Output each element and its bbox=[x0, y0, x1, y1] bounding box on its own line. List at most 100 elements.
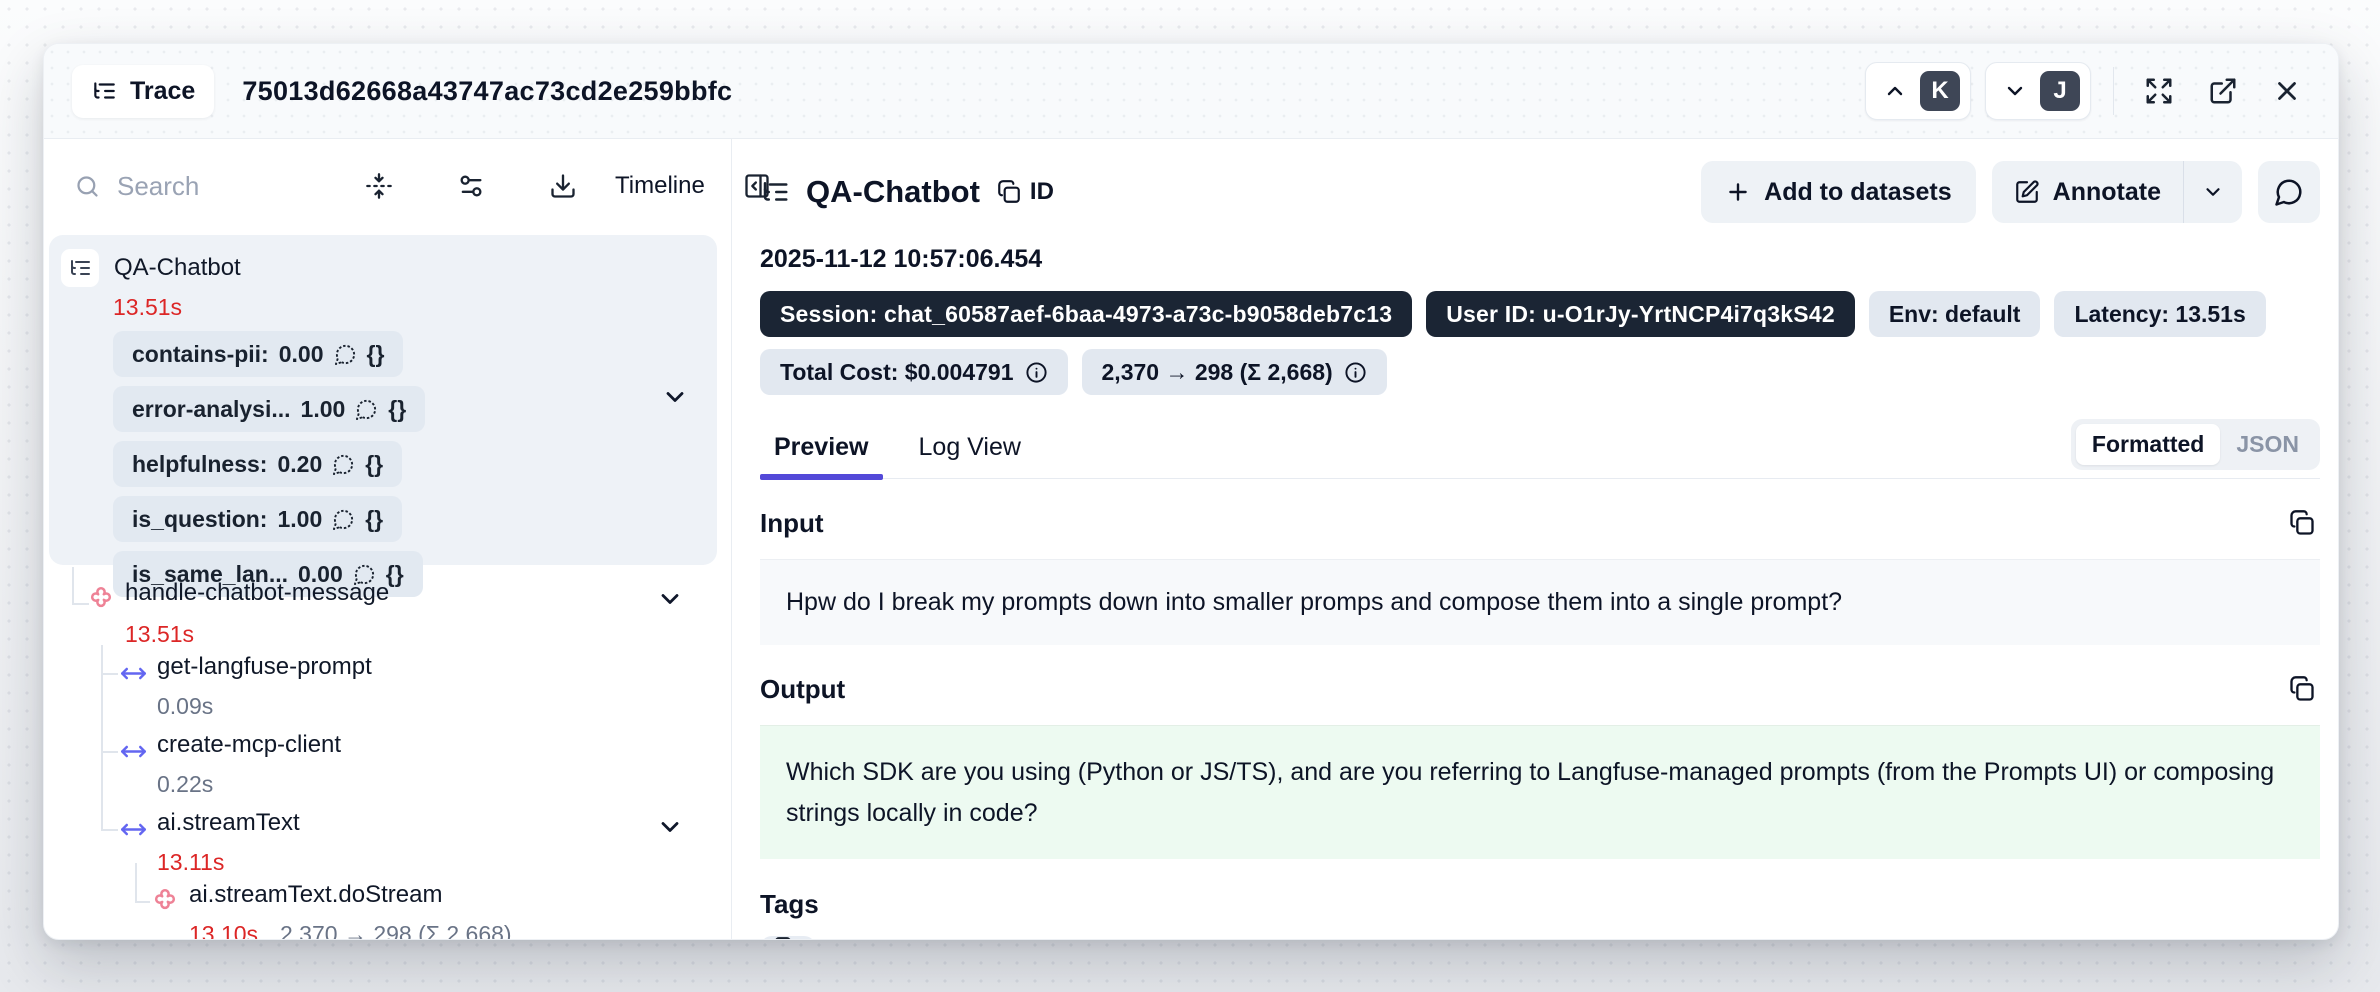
close-icon bbox=[2272, 76, 2302, 106]
score-name: error-analysi... bbox=[132, 396, 291, 423]
tree-node-name[interactable]: get-langfuse-prompt bbox=[157, 653, 372, 681]
token-usage-label: 2,370 → 298 (Σ 2,668) bbox=[1102, 359, 1333, 386]
comment-icon bbox=[2274, 177, 2304, 207]
download-icon[interactable] bbox=[541, 164, 585, 208]
timeline-toggle[interactable]: Timeline bbox=[615, 172, 705, 200]
tree-node-duration: 0.09s bbox=[157, 693, 213, 720]
metadata-badges-row: Session: chat_60587aef-6baa-4973-a73c-b9… bbox=[760, 291, 2320, 337]
info-icon[interactable] bbox=[1025, 361, 1048, 384]
trace-tree-icon bbox=[760, 177, 790, 207]
tree-node-root-selected[interactable]: QA-Chatbot 13.51s contains-pii: 0.00 {} … bbox=[49, 235, 717, 565]
input-section-header: Input bbox=[760, 505, 2320, 541]
info-icon[interactable] bbox=[1344, 361, 1367, 384]
detail-header: QA-Chatbot ID Add to datasets Annotate bbox=[760, 161, 2320, 223]
tree-connector bbox=[72, 567, 74, 605]
shortcut-key-k: K bbox=[1920, 71, 1960, 111]
plus-icon bbox=[1725, 179, 1751, 205]
annotate-dropdown-button[interactable] bbox=[2184, 161, 2242, 223]
close-button[interactable] bbox=[2264, 68, 2310, 114]
trace-tree-icon bbox=[91, 78, 117, 104]
format-option-json[interactable]: JSON bbox=[2220, 424, 2315, 465]
annotate-button[interactable]: Annotate bbox=[1992, 161, 2183, 223]
total-cost-label: Total Cost: $0.004791 bbox=[780, 359, 1014, 386]
score-name: is_question: bbox=[132, 506, 267, 533]
page-title: QA-Chatbot bbox=[806, 174, 980, 210]
annotate-label: Annotate bbox=[2053, 178, 2161, 207]
score-badge[interactable]: is_question: 1.00 {} bbox=[113, 496, 402, 542]
output-content: Which SDK are you using (Python or JS/TS… bbox=[760, 725, 2320, 859]
trace-type-label: Trace bbox=[130, 77, 195, 106]
tree-connector bbox=[101, 751, 118, 753]
score-value: 0.00 bbox=[279, 341, 324, 368]
copy-id-button[interactable]: ID bbox=[996, 178, 1054, 206]
trace-timestamp: 2025-11-12 10:57:06.454 bbox=[760, 245, 2320, 274]
window-topbar: Trace 75013d62668a43747ac73cd2e259bbfc K… bbox=[44, 44, 2338, 139]
agent-icon bbox=[150, 887, 180, 917]
span-icon bbox=[120, 660, 147, 687]
tree-node-name[interactable]: ai.streamText bbox=[157, 809, 300, 837]
tree-node-name[interactable]: ai.streamText.doStream bbox=[189, 881, 442, 909]
expand-fullscreen-button[interactable] bbox=[2136, 68, 2182, 114]
tab-log-view[interactable]: Log View bbox=[905, 433, 1035, 478]
tree-node-duration: 13.51s bbox=[113, 294, 717, 321]
tree-connector bbox=[135, 863, 137, 903]
copy-output-button[interactable] bbox=[2284, 671, 2320, 707]
trace-tree-sidebar: Timeline QA-Chatbot 13.51s contains-pii: bbox=[44, 139, 732, 939]
format-option-formatted[interactable]: Formatted bbox=[2076, 424, 2220, 465]
collapse-node-chevron[interactable] bbox=[656, 585, 684, 613]
score-braces: {} bbox=[367, 341, 385, 368]
copy-icon bbox=[996, 179, 1022, 205]
score-badge[interactable]: contains-pii: 0.00 {} bbox=[113, 331, 403, 377]
comments-button[interactable] bbox=[2258, 161, 2320, 223]
edit-icon bbox=[2014, 179, 2040, 205]
search-input[interactable] bbox=[117, 171, 357, 202]
trace-type-pill: Trace bbox=[72, 65, 214, 118]
add-to-datasets-button[interactable]: Add to datasets bbox=[1701, 161, 1976, 223]
session-badge[interactable]: Session: chat_60587aef-6baa-4973-a73c-b9… bbox=[760, 291, 1412, 337]
score-value: 1.00 bbox=[277, 506, 322, 533]
tree-settings-icon[interactable] bbox=[449, 164, 493, 208]
score-value: 0.20 bbox=[277, 451, 322, 478]
tree-node-tokens: 2,370 → 298 (Σ 2,668) bbox=[280, 921, 512, 940]
topbar-divider bbox=[2113, 67, 2114, 115]
tree-node-name: QA-Chatbot bbox=[114, 254, 241, 282]
annotate-split-button: Annotate bbox=[1992, 161, 2242, 223]
score-braces: {} bbox=[365, 506, 383, 533]
collapse-node-chevron[interactable] bbox=[656, 813, 684, 841]
header-actions: Add to datasets Annotate bbox=[1701, 161, 2320, 223]
tree-node-name[interactable]: handle-chatbot-message bbox=[125, 579, 389, 607]
tree-node-duration: 13.51s bbox=[125, 621, 194, 648]
collapse-all-icon[interactable] bbox=[357, 164, 401, 208]
search-field[interactable] bbox=[74, 171, 357, 202]
tags-section-header: Tags bbox=[760, 889, 2320, 920]
topbar-actions: K J bbox=[1865, 62, 2310, 120]
tab-preview[interactable]: Preview bbox=[760, 433, 883, 478]
comment-bubble-icon bbox=[332, 453, 355, 476]
user-id-badge[interactable]: User ID: u-O1rJy-YrtNCP4i7q3kS42 bbox=[1426, 291, 1855, 337]
collapse-node-chevron[interactable] bbox=[661, 383, 689, 411]
trace-id: 75013d62668a43747ac73cd2e259bbfc bbox=[242, 76, 732, 107]
env-badge: Env: default bbox=[1869, 291, 2041, 337]
add-tag-button[interactable] bbox=[760, 936, 816, 940]
tree-node-duration: 0.22s bbox=[157, 771, 213, 798]
trace-node-icon bbox=[61, 249, 99, 287]
previous-trace-button[interactable]: K bbox=[1865, 62, 1971, 120]
score-braces: {} bbox=[388, 396, 406, 423]
span-icon bbox=[120, 738, 147, 765]
chevron-down-icon bbox=[2003, 79, 2027, 103]
score-badge[interactable]: helpfulness: 0.20 {} bbox=[113, 441, 402, 487]
sidebar-toolbar: Timeline bbox=[44, 139, 731, 233]
tree-node-duration: 13.10s bbox=[189, 921, 258, 940]
tags-section-title: Tags bbox=[760, 889, 819, 920]
shortcut-key-j: J bbox=[2040, 71, 2080, 111]
tree-node-name[interactable]: create-mcp-client bbox=[157, 731, 341, 759]
score-badge[interactable]: error-analysi... 1.00 {} bbox=[113, 386, 425, 432]
next-trace-button[interactable]: J bbox=[1985, 62, 2091, 120]
tree-connector bbox=[101, 829, 118, 831]
copy-input-button[interactable] bbox=[2284, 505, 2320, 541]
trace-detail-panel: QA-Chatbot ID Add to datasets Annotate bbox=[732, 139, 2338, 939]
comment-bubble-icon bbox=[355, 398, 378, 421]
token-usage-badge: 2,370 → 298 (Σ 2,668) bbox=[1082, 349, 1387, 395]
open-in-new-tab-button[interactable] bbox=[2200, 68, 2246, 114]
latency-badge: Latency: 13.51s bbox=[2054, 291, 2265, 337]
